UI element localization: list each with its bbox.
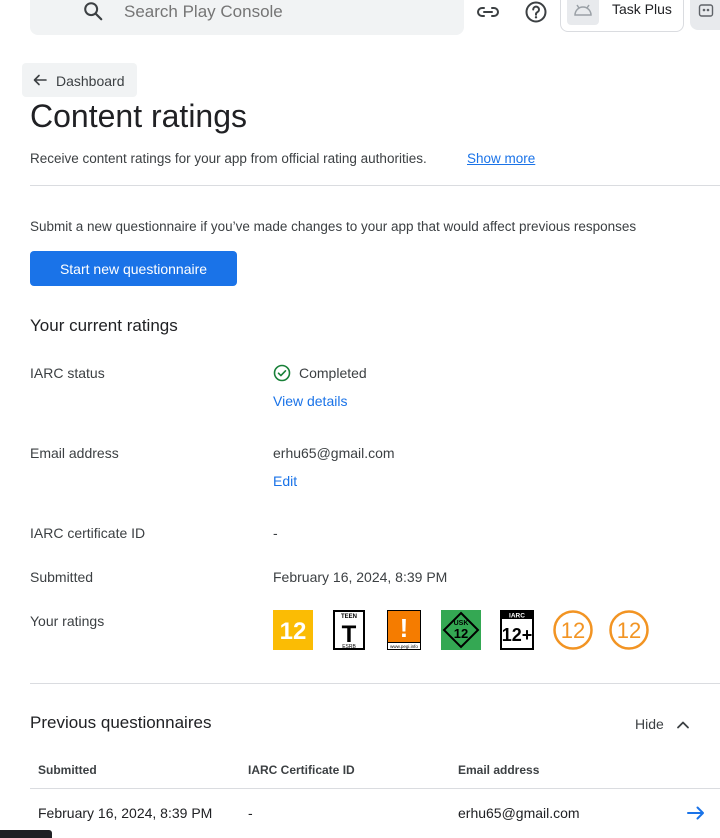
account-icon	[698, 2, 714, 23]
your-ratings-label: Your ratings	[30, 613, 105, 629]
arrow-back-icon	[32, 72, 48, 93]
certificate-id-label: IARC certificate ID	[30, 525, 146, 541]
android-icon	[567, 0, 599, 25]
generic-12-circle-badge: 12	[553, 610, 593, 650]
status-corner	[0, 830, 52, 838]
rating-text: !	[400, 613, 409, 643]
table-divider	[30, 788, 720, 789]
back-to-dashboard-button[interactable]: Dashboard	[22, 63, 137, 97]
check-circle-icon	[273, 364, 291, 387]
chevron-up-icon[interactable]	[674, 716, 692, 739]
edit-email-link[interactable]: Edit	[273, 473, 297, 489]
rating-text: 12+	[502, 625, 533, 645]
view-details-link[interactable]: View details	[273, 393, 347, 409]
rating-bottom: ESRB	[342, 644, 356, 650]
hide-toggle[interactable]: Hide	[635, 716, 664, 732]
generic-12-circle-badge-2: 12	[609, 610, 649, 650]
rating-text: 12	[280, 618, 307, 645]
rating-top: TEEN	[341, 614, 357, 620]
rating-footer: www.pegi.info	[390, 644, 418, 649]
back-label: Dashboard	[56, 73, 125, 89]
pegi-parental-guidance-badge: ! www.pegi.info	[387, 610, 427, 650]
rating-text: 12	[617, 618, 641, 643]
account-switcher[interactable]	[690, 0, 720, 30]
current-ratings-heading: Your current ratings	[30, 316, 178, 335]
classind-12-badge: 12	[273, 610, 313, 650]
divider	[30, 185, 720, 186]
app-name: Task Plus	[612, 1, 672, 17]
row-certificate-id: -	[248, 805, 253, 821]
arrow-forward-icon[interactable]	[686, 804, 706, 827]
email-value: erhu65@gmail.com	[273, 445, 395, 461]
rating-text: 12	[454, 626, 468, 641]
page-title: Content ratings	[30, 98, 248, 134]
row-email: erhu65@gmail.com	[458, 805, 580, 821]
rating-top: IARC	[509, 613, 525, 620]
rating-text: 12	[561, 618, 585, 643]
row-submitted: February 16, 2024, 8:39 PM	[38, 805, 213, 821]
email-label: Email address	[30, 445, 119, 461]
esrb-teen-badge: TEEN T ESRB	[333, 610, 373, 650]
column-header-email: Email address	[458, 763, 540, 777]
search-icon	[82, 0, 104, 27]
help-icon[interactable]	[524, 0, 548, 24]
questionnaire-note: Submit a new questionnaire if you’ve mad…	[30, 219, 637, 234]
column-header-submitted: Submitted	[38, 763, 97, 777]
app-selector[interactable]: Task Plus	[560, 0, 684, 32]
show-more-link[interactable]: Show more	[467, 151, 535, 166]
top-bar: Task Plus	[0, 0, 720, 40]
divider	[30, 683, 720, 684]
search-input[interactable]	[122, 1, 466, 23]
iarc-status-value: Completed	[299, 365, 367, 381]
link-icon[interactable]	[476, 0, 500, 24]
start-new-questionnaire-button[interactable]: Start new questionnaire	[30, 251, 237, 286]
search-bar[interactable]	[30, 0, 466, 35]
iarc-12-badge: IARC 12+	[500, 610, 540, 650]
certificate-id-value: -	[273, 525, 278, 541]
submitted-label: Submitted	[30, 569, 94, 585]
column-header-certificate-id: IARC Certificate ID	[248, 763, 355, 777]
previous-questionnaires-heading: Previous questionnaires	[30, 713, 212, 732]
iarc-status-label: IARC status	[30, 365, 105, 381]
submitted-value: February 16, 2024, 8:39 PM	[273, 569, 448, 585]
page-subtitle: Receive content ratings for your app fro…	[30, 151, 427, 166]
usk-12-badge: USK 12	[441, 610, 481, 650]
